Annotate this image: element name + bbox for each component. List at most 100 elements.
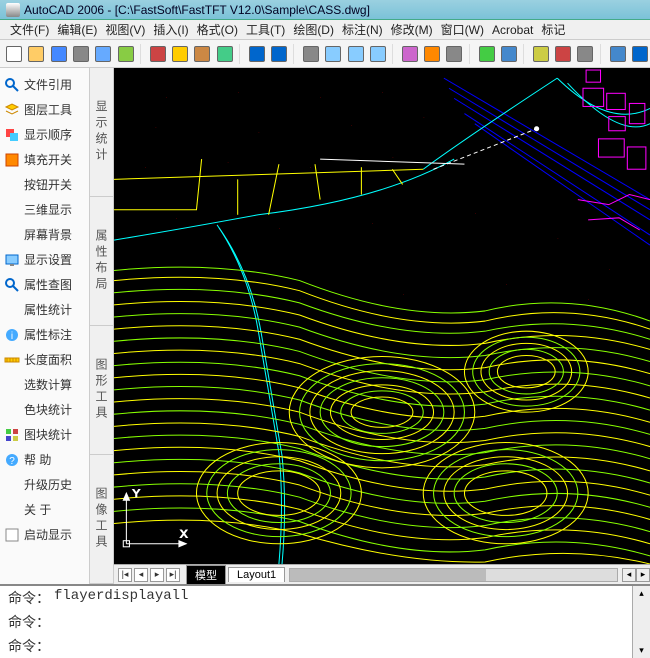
vtab-2[interactable]: 图形工具 <box>90 326 113 455</box>
palette-item-5[interactable]: 三维显示 <box>0 197 89 222</box>
hscroll-right[interactable]: ▸ <box>636 568 650 582</box>
publish-button[interactable] <box>115 43 135 65</box>
tab-prev-button[interactable]: ◂ <box>134 568 148 582</box>
hscrollbar[interactable] <box>289 568 618 582</box>
menu-item-0[interactable]: 文件(F) <box>10 21 49 38</box>
palette-item-8[interactable]: 属性查图 <box>0 272 89 297</box>
menu-item-10[interactable]: Acrobat <box>492 23 533 37</box>
palette-item-3[interactable]: 填充开关 <box>0 147 89 172</box>
print-button[interactable] <box>71 43 91 65</box>
help-button[interactable] <box>630 43 650 65</box>
tab-first-button[interactable]: |◂ <box>118 568 132 582</box>
copy-button[interactable] <box>170 43 190 65</box>
block-button[interactable] <box>476 43 496 65</box>
palette-item-9[interactable]: 属性统计 <box>0 297 89 322</box>
menu-item-3[interactable]: 插入(I) <box>153 21 188 38</box>
vtab-3[interactable]: 图像工具 <box>90 455 113 584</box>
zoom-button[interactable] <box>323 43 343 65</box>
palette-item-13[interactable]: 色块统计 <box>0 397 89 422</box>
calc-button[interactable] <box>575 43 595 65</box>
toolbar-separator <box>293 44 297 64</box>
print-icon <box>73 46 89 62</box>
undo-icon <box>249 46 265 62</box>
table-icon <box>501 46 517 62</box>
fill-icon <box>4 152 20 168</box>
palette-item-2[interactable]: 显示顺序 <box>0 122 89 147</box>
palette-item-label: 帮 助 <box>24 451 51 468</box>
menu-item-8[interactable]: 修改(M) <box>391 21 433 38</box>
palette-item-17[interactable]: 关 于 <box>0 497 89 522</box>
cmd-line-2[interactable]: 命令： <box>0 634 632 658</box>
vtab-1[interactable]: 属性布局 <box>90 197 113 326</box>
cmd-vscrollbar[interactable]: ▴ ▾ <box>632 586 650 658</box>
cmd-scroll-up-icon[interactable]: ▴ <box>639 588 644 599</box>
layout1-tab[interactable]: Layout1 <box>228 567 285 582</box>
redo-button[interactable] <box>269 43 289 65</box>
tab-next-button[interactable]: ▸ <box>150 568 164 582</box>
preview-button[interactable] <box>93 43 113 65</box>
menu-item-7[interactable]: 标注(N) <box>342 21 383 38</box>
menu-item-1[interactable]: 编辑(E) <box>57 21 97 38</box>
blocks-icon <box>4 427 20 443</box>
undo-button[interactable] <box>246 43 266 65</box>
palette-item-1[interactable]: 图层工具 <box>0 97 89 122</box>
palette-item-15[interactable]: ?帮 助 <box>0 447 89 472</box>
palette-item-11[interactable]: 长度面积 <box>0 347 89 372</box>
hscroll-left[interactable]: ◂ <box>622 568 636 582</box>
zoomwin-button[interactable] <box>345 43 365 65</box>
menu-item-9[interactable]: 窗口(W) <box>441 21 484 38</box>
menu-item-2[interactable]: 视图(V) <box>105 21 145 38</box>
palette-item-label: 关 于 <box>24 501 51 518</box>
palette-item-4[interactable]: 按钮开关 <box>0 172 89 197</box>
palette-item-7[interactable]: 显示设置 <box>0 247 89 272</box>
palette-item-10[interactable]: i属性标注 <box>0 322 89 347</box>
save-button[interactable] <box>49 43 69 65</box>
hscroll-thumb[interactable] <box>290 569 486 581</box>
layout-tabs-row: |◂ ◂ ▸ ▸| 模型 Layout1 ◂ ▸ <box>114 564 650 584</box>
palette-item-6[interactable]: 屏幕背景 <box>0 222 89 247</box>
model-tab[interactable]: 模型 <box>186 565 226 584</box>
palette-item-0[interactable]: 文件引用 <box>0 72 89 97</box>
drawing-wrap: ···· ···· ···· ···· ·· ···· · Y X <box>114 68 650 584</box>
sheet-button[interactable] <box>531 43 551 65</box>
cmd-scroll-down-icon[interactable]: ▾ <box>639 645 644 656</box>
standard-toolbar <box>0 40 650 68</box>
svg-text:·: · <box>609 266 610 271</box>
ws-button[interactable] <box>607 43 627 65</box>
open-button[interactable] <box>26 43 46 65</box>
cut-button[interactable] <box>148 43 168 65</box>
menu-item-4[interactable]: 格式(O) <box>197 21 238 38</box>
palette-item-label: 图块统计 <box>24 426 72 443</box>
menu-item-11[interactable]: 标记 <box>541 21 565 38</box>
markup-button[interactable] <box>553 43 573 65</box>
menu-item-6[interactable]: 绘图(D) <box>293 21 334 38</box>
svg-text:·: · <box>423 115 424 120</box>
props-button[interactable] <box>400 43 420 65</box>
table-button[interactable] <box>499 43 519 65</box>
calc-icon <box>577 46 593 62</box>
new-button[interactable] <box>4 43 24 65</box>
pan-button[interactable] <box>301 43 321 65</box>
paste-button[interactable] <box>192 43 212 65</box>
svg-text:·: · <box>279 226 280 231</box>
menu-item-5[interactable]: 工具(T) <box>246 21 285 38</box>
tab-last-button[interactable]: ▸| <box>166 568 180 582</box>
vtab-0[interactable]: 显示统计 <box>90 68 113 197</box>
tool-button[interactable] <box>444 43 464 65</box>
palette-item-12[interactable]: 选数计算 <box>0 372 89 397</box>
palette-item-18[interactable]: 启动显示 <box>0 522 89 547</box>
svg-text:·: · <box>475 211 476 216</box>
palette-item-14[interactable]: 图块统计 <box>0 422 89 447</box>
vertical-tabs: 显示统计属性布局图形工具图像工具 <box>90 68 114 584</box>
toolbar-separator <box>469 44 473 64</box>
zoomprev-button[interactable] <box>368 43 388 65</box>
copy-icon <box>172 46 188 62</box>
palette-item-16[interactable]: 升级历史 <box>0 472 89 497</box>
cmd-prompt: 命令： <box>8 612 50 632</box>
dc-button[interactable] <box>422 43 442 65</box>
palette-item-label: 三维显示 <box>24 201 72 218</box>
toolbar-separator <box>392 44 396 64</box>
palette-item-label: 属性标注 <box>24 326 72 343</box>
drawing-canvas[interactable]: ···· ···· ···· ···· ·· ···· · Y X <box>114 68 650 564</box>
match-button[interactable] <box>214 43 234 65</box>
